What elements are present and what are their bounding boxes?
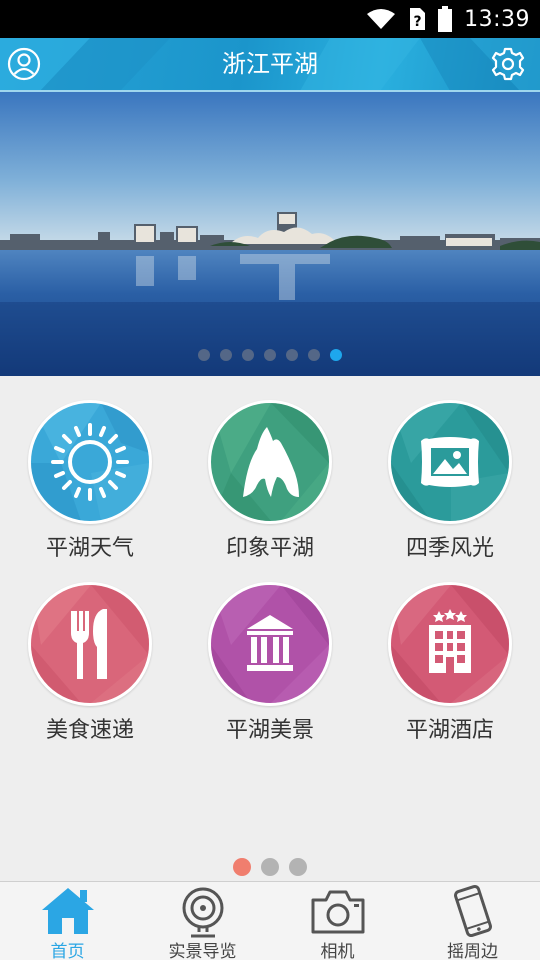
banner-image [0,92,540,376]
app-header: 浙江平湖 [0,38,540,91]
grid-pager-dot[interactable] [261,858,279,876]
battery-icon [438,6,453,32]
tile-hotel-label: 平湖酒店 [405,718,494,743]
tile-attractions[interactable]: 平湖美景 [180,558,360,743]
banner-carousel[interactable] [0,92,540,376]
tile-attractions-label: 平湖美景 [225,718,314,743]
tile-food-label: 美食速递 [45,718,134,743]
banner-pager-dot[interactable] [264,349,276,361]
mountain-icon [243,427,299,497]
nav-camera[interactable]: 相机 [270,882,405,960]
tile-impression-circle [208,400,332,524]
grid-pager [0,858,540,876]
status-bar: ? 13:39 [0,0,540,38]
museum-icon [247,615,293,671]
tile-attractions-circle [208,582,332,706]
tile-weather-circle [28,400,152,524]
banner-pager-dot[interactable] [220,349,232,361]
settings-button[interactable] [491,47,525,81]
tile-weather[interactable]: 平湖天气 [0,376,180,561]
picture-frame-icon [421,437,479,487]
nav-live-tour-label: 实景导览 [168,942,237,960]
grid-pager-dot[interactable] [289,858,307,876]
fork-knife-icon [71,609,107,679]
feature-grid: 平湖天气 印象平湖 四季风光 美食速递 平湖美景 平湖酒店 [0,376,540,881]
nav-camera-label: 相机 [320,942,355,960]
gear-icon [491,47,525,81]
nav-home[interactable]: 首页 [0,882,135,960]
nav-shake-nearby[interactable]: 摇周边 [405,882,540,960]
home-icon [41,888,94,934]
nav-shake-nearby-label: 摇周边 [447,942,498,960]
status-time: 13:39 [464,6,530,32]
nav-live-tour[interactable]: 实景导览 [135,882,270,960]
camera-icon [311,890,364,934]
tile-impression[interactable]: 印象平湖 [180,376,360,561]
banner-pager-dot[interactable] [308,349,320,361]
banner-pager-dot[interactable] [198,349,210,361]
wifi-icon [367,9,396,29]
banner-pager-dot[interactable] [242,349,254,361]
hotel-icon [429,609,471,673]
no-sim-icon: ? [410,8,426,30]
webcam-icon [182,887,223,938]
svg-text:?: ? [414,14,422,30]
bottom-nav: 首页 实景导览 相机 摇周边 [0,881,540,960]
sun-icon [51,423,129,501]
banner-pager-dot-active[interactable] [330,349,342,361]
grid-pager-dot-active[interactable] [233,858,251,876]
tile-scenery[interactable]: 四季风光 [360,376,540,561]
page-title: 浙江平湖 [222,50,318,78]
phone-shake-icon [453,884,492,938]
tile-scenery-circle [388,400,512,524]
nav-home-label: 首页 [50,942,85,960]
banner-pager-dot[interactable] [286,349,298,361]
tile-food-circle [28,582,152,706]
banner-pager [0,349,540,361]
tile-hotel[interactable]: 平湖酒店 [360,558,540,743]
tile-food[interactable]: 美食速递 [0,558,180,743]
tile-hotel-circle [388,582,512,706]
